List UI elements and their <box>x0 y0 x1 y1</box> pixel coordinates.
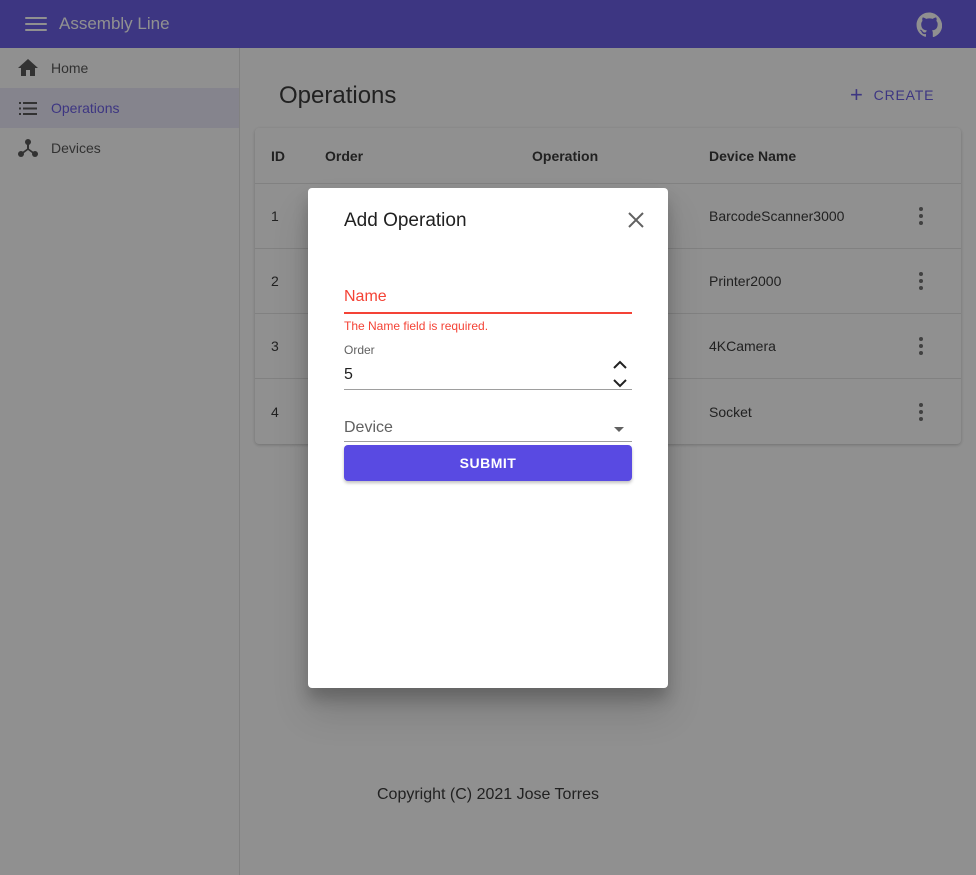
name-field-label[interactable]: Name <box>344 288 387 306</box>
device-select-underline <box>344 441 632 442</box>
close-icon[interactable] <box>626 210 646 230</box>
device-select[interactable]: Device <box>344 419 393 437</box>
dialog-title: Add Operation <box>344 210 467 231</box>
order-stepper[interactable] <box>612 360 628 388</box>
name-field-underline[interactable] <box>344 312 632 314</box>
name-field-error: The Name field is required. <box>344 319 489 333</box>
dropdown-arrow-icon[interactable] <box>614 427 624 432</box>
chevron-down-icon <box>613 379 627 388</box>
submit-button[interactable]: SUBMIT <box>344 445 632 481</box>
add-operation-dialog: Add Operation Name The Name field is req… <box>308 188 668 688</box>
order-field-value[interactable]: 5 <box>344 366 353 384</box>
order-field-label: Order <box>344 343 375 357</box>
chevron-up-icon <box>613 360 627 369</box>
order-field-underline <box>344 389 632 390</box>
